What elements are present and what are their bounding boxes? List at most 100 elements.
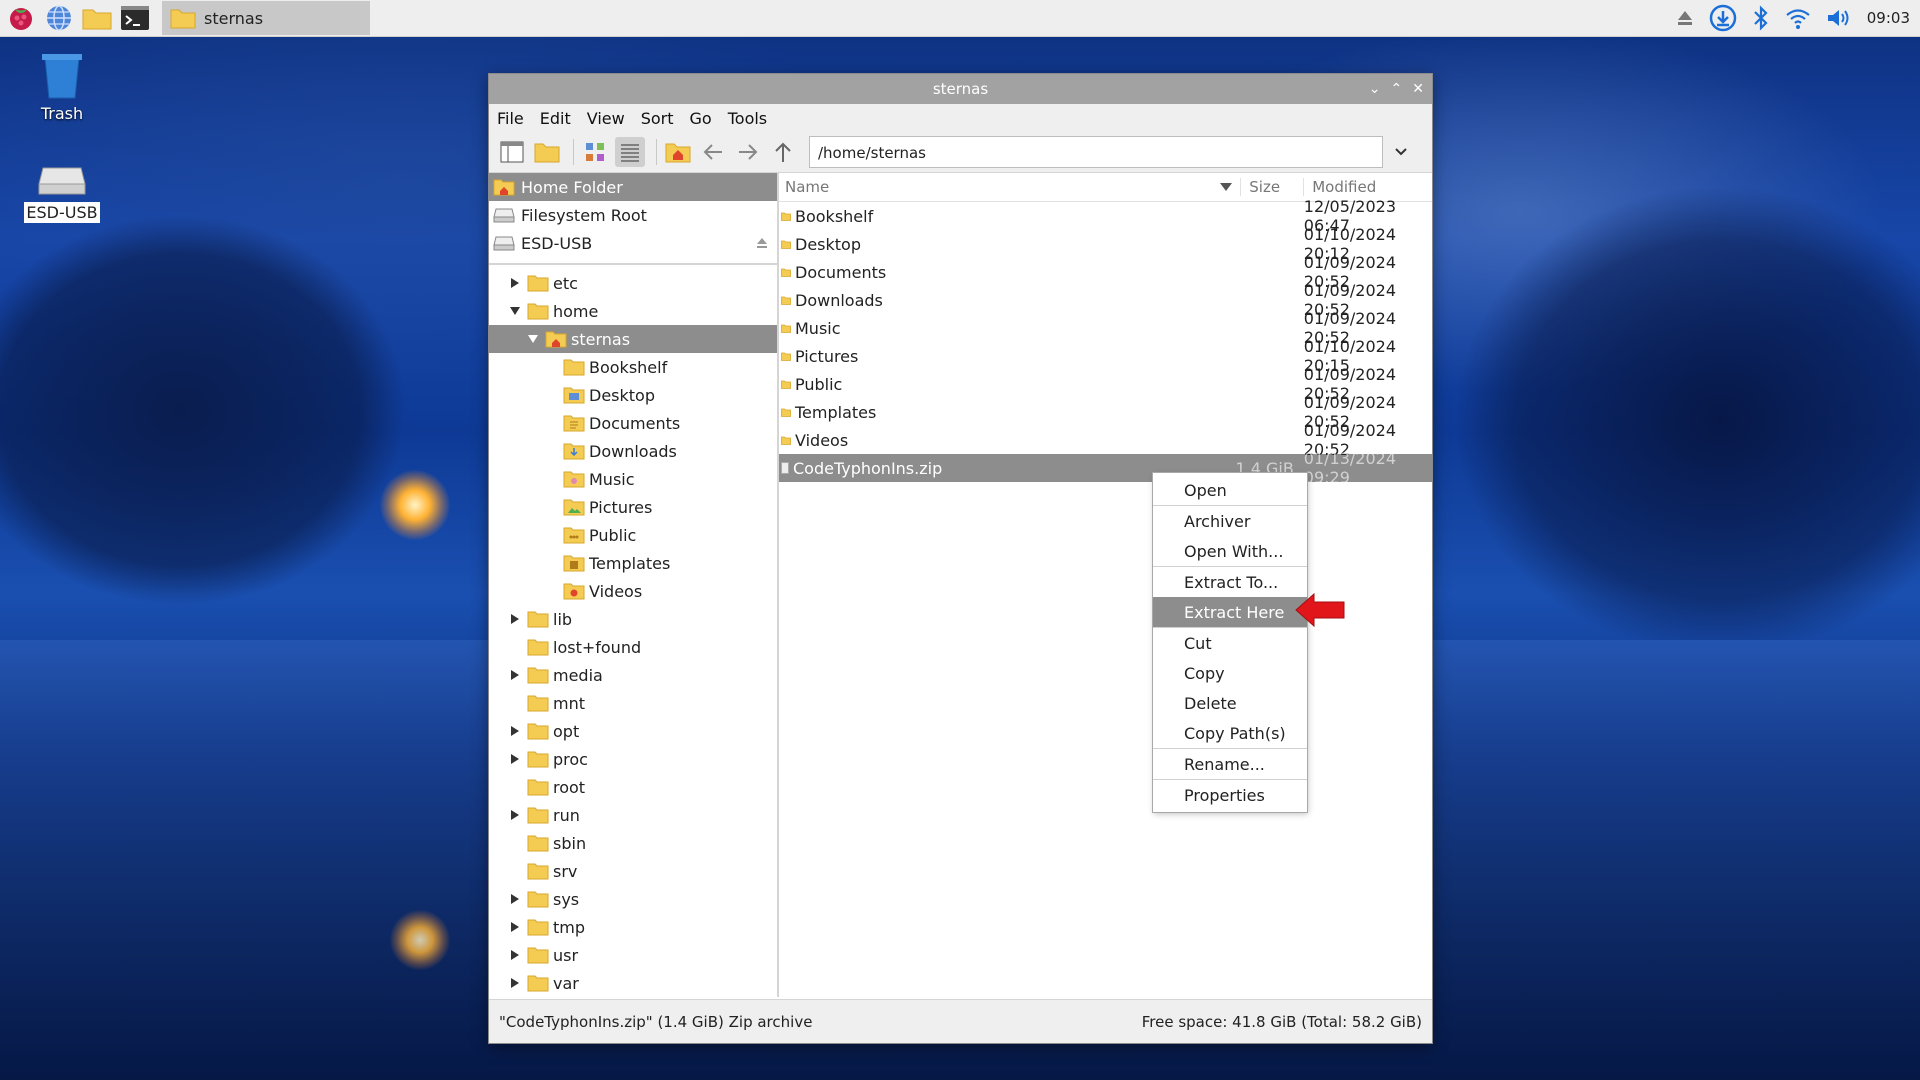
menu-item-archiver[interactable]: Archiver xyxy=(1153,506,1307,536)
tree-item[interactable]: Desktop xyxy=(489,381,777,409)
eject-icon[interactable] xyxy=(1675,8,1695,28)
expander-expanded-icon[interactable] xyxy=(525,331,541,347)
tree-item[interactable]: opt xyxy=(489,717,777,745)
window-titlebar[interactable]: sternas ⌄ ⌃ ✕ xyxy=(489,74,1432,104)
column-size[interactable]: Size xyxy=(1240,178,1303,196)
expander-collapsed-icon[interactable] xyxy=(507,947,523,963)
minimize-icon[interactable]: ⌄ xyxy=(1369,81,1381,97)
tree-item[interactable]: home xyxy=(489,297,777,325)
icon-view-button[interactable] xyxy=(580,137,610,167)
forward-button[interactable] xyxy=(733,137,763,167)
menu-item-open[interactable]: Open xyxy=(1153,475,1307,505)
place-item[interactable]: Filesystem Root xyxy=(489,201,777,229)
tree-item[interactable]: Public xyxy=(489,521,777,549)
menu-item-extract-here[interactable]: Extract Here xyxy=(1153,597,1307,627)
menu-sort[interactable]: Sort xyxy=(641,109,674,128)
tree-item[interactable]: proc xyxy=(489,745,777,773)
tree-item[interactable]: Downloads xyxy=(489,437,777,465)
expander-collapsed-icon[interactable] xyxy=(507,807,523,823)
menu-item-open-with[interactable]: Open With... xyxy=(1153,536,1307,566)
menu-file[interactable]: File xyxy=(497,109,524,128)
menu-item-copy[interactable]: Copy xyxy=(1153,658,1307,688)
place-item[interactable]: Home Folder xyxy=(489,173,777,201)
tree-item[interactable]: Documents xyxy=(489,409,777,437)
column-modified[interactable]: Modified xyxy=(1303,178,1432,196)
terminal-icon[interactable] xyxy=(118,2,152,34)
tree-item[interactable]: Templates xyxy=(489,549,777,577)
menu-item-delete[interactable]: Delete xyxy=(1153,688,1307,718)
clock[interactable]: 09:03 xyxy=(1867,9,1910,27)
volume-icon[interactable] xyxy=(1825,6,1853,30)
tree-item[interactable]: sbin xyxy=(489,829,777,857)
tree-item[interactable]: var xyxy=(489,969,777,997)
wifi-icon[interactable] xyxy=(1785,6,1811,30)
raspberry-menu-icon[interactable] xyxy=(4,2,38,34)
tree-item[interactable]: Videos xyxy=(489,577,777,605)
expander-collapsed-icon[interactable] xyxy=(507,275,523,291)
expander-collapsed-icon[interactable] xyxy=(507,975,523,991)
tree-item[interactable]: media xyxy=(489,661,777,689)
maximize-icon[interactable]: ⌃ xyxy=(1391,81,1403,97)
path-bar[interactable]: /home/sternas xyxy=(809,136,1383,168)
expander-collapsed-icon[interactable] xyxy=(507,723,523,739)
drive-icon xyxy=(38,167,86,195)
menu-item-cut[interactable]: Cut xyxy=(1153,628,1307,658)
menu-view[interactable]: View xyxy=(587,109,625,128)
folder-icon xyxy=(527,694,549,712)
menu-item-properties[interactable]: Properties xyxy=(1153,780,1307,810)
icon-view-icon xyxy=(586,143,604,161)
menu-tools[interactable]: Tools xyxy=(728,109,767,128)
expander-collapsed-icon[interactable] xyxy=(507,751,523,767)
menu-go[interactable]: Go xyxy=(690,109,712,128)
path-history-button[interactable] xyxy=(1383,147,1419,157)
tree-item[interactable]: root xyxy=(489,773,777,801)
tree-item[interactable]: usr xyxy=(489,941,777,969)
tree-item[interactable]: run xyxy=(489,801,777,829)
browser-globe-icon[interactable] xyxy=(42,2,76,34)
column-name[interactable]: Name xyxy=(779,178,1240,196)
tree-item[interactable]: lost+found xyxy=(489,633,777,661)
desktop-icon-usb-drive[interactable]: ESD-USB xyxy=(17,164,107,223)
menu-item-extract-to[interactable]: Extract To... xyxy=(1153,567,1307,597)
tree-item[interactable]: srv xyxy=(489,857,777,885)
tree-item[interactable]: Bookshelf xyxy=(489,353,777,381)
menu-item-rename[interactable]: Rename... xyxy=(1153,749,1307,779)
new-window-button[interactable] xyxy=(497,137,527,167)
tree-item-label: sbin xyxy=(553,833,587,853)
tree-item[interactable]: Music xyxy=(489,465,777,493)
expander-collapsed-icon[interactable] xyxy=(507,667,523,683)
file-row[interactable]: CodeTyphonIns.zip 1.4 GiB 01/13/2024 09:29 xyxy=(779,449,1432,487)
expander-expanded-icon[interactable] xyxy=(507,303,523,319)
file-manager-icon[interactable] xyxy=(80,2,114,34)
bluetooth-icon[interactable] xyxy=(1751,5,1771,31)
menu-item-copy-path-s[interactable]: Copy Path(s) xyxy=(1153,718,1307,748)
taskbar-window-button[interactable]: sternas xyxy=(162,1,370,35)
update-download-icon[interactable] xyxy=(1709,4,1737,32)
tree-item[interactable]: tmp xyxy=(489,913,777,941)
home-button[interactable] xyxy=(663,137,693,167)
expander xyxy=(507,639,523,655)
list-view-button[interactable] xyxy=(615,137,645,167)
menu-edit[interactable]: Edit xyxy=(540,109,571,128)
place-item[interactable]: ESD-USB xyxy=(489,229,777,257)
tree-item-label: lib xyxy=(553,609,573,629)
expander xyxy=(543,387,559,403)
tree-item[interactable]: sys xyxy=(489,885,777,913)
eject-icon[interactable] xyxy=(755,235,769,254)
wallpaper-lantern-reflection xyxy=(390,910,450,970)
expander xyxy=(543,583,559,599)
tree-item-label: Desktop xyxy=(589,385,655,405)
expander-collapsed-icon[interactable] xyxy=(507,919,523,935)
tree-item[interactable]: sternas xyxy=(489,325,777,353)
up-button[interactable] xyxy=(768,137,798,167)
tree-item[interactable]: Pictures xyxy=(489,493,777,521)
back-button[interactable] xyxy=(698,137,728,167)
tree-item[interactable]: lib xyxy=(489,605,777,633)
expander-collapsed-icon[interactable] xyxy=(507,611,523,627)
tree-item[interactable]: etc xyxy=(489,269,777,297)
expander-collapsed-icon[interactable] xyxy=(507,891,523,907)
new-folder-button[interactable] xyxy=(532,137,562,167)
close-icon[interactable]: ✕ xyxy=(1412,81,1424,97)
desktop-icon-trash[interactable]: Trash xyxy=(17,50,107,123)
tree-item[interactable]: mnt xyxy=(489,689,777,717)
